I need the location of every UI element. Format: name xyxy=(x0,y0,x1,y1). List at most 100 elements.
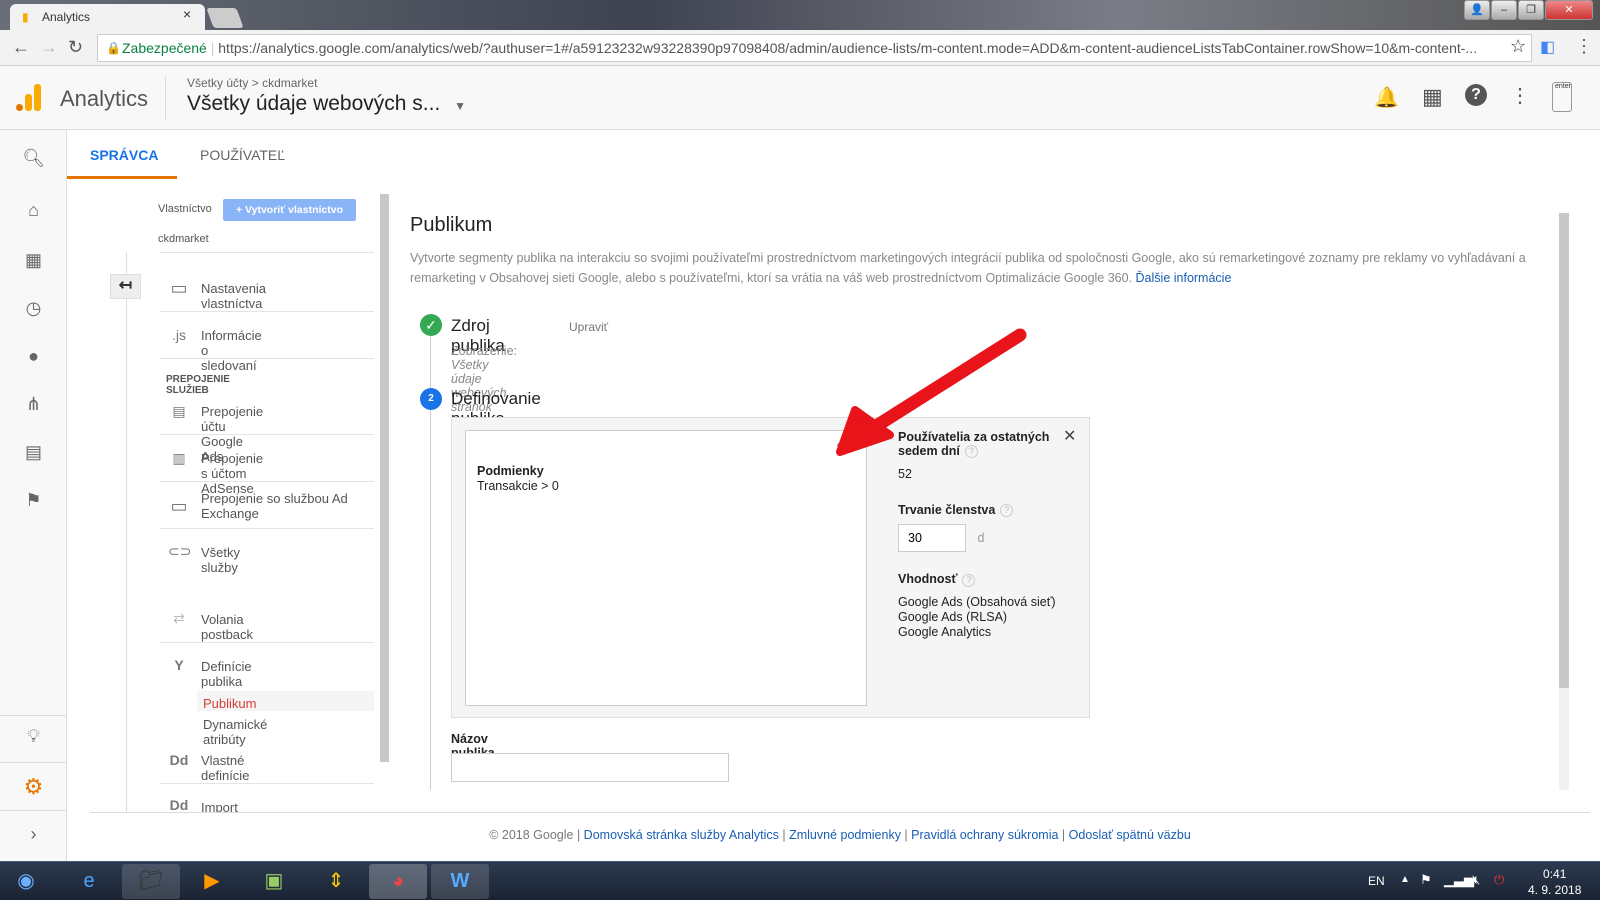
nav-audiences-active[interactable]: Publikum xyxy=(203,696,256,711)
page-description: Vytvorte segmenty publika na interakciu … xyxy=(410,251,1526,285)
expand-chevron-icon[interactable]: › xyxy=(0,824,67,845)
membership-duration-input[interactable] xyxy=(898,524,966,553)
nav-ad-exchange-link[interactable]: Prepojenie so službou Ad Exchange xyxy=(201,491,361,521)
audience-summary: Používatelia za ostatných sedem dní? 52 … xyxy=(898,430,1063,640)
footer-link-privacy[interactable]: Pravidlá ochrany súkromia xyxy=(911,828,1058,842)
home-icon[interactable]: ⌂ xyxy=(0,200,67,221)
word-icon[interactable]: W xyxy=(431,864,489,899)
nav-adsense-link[interactable]: Prepojenie s účtom AdSense xyxy=(201,451,263,496)
bookmark-star-icon[interactable]: ☆ xyxy=(1510,36,1526,57)
breadcrumb[interactable]: Všetky účty > ckdmarket xyxy=(187,76,317,90)
acquisition-icon[interactable]: ⋔ xyxy=(0,394,67,415)
chrome-menu-icon[interactable]: ⋮ xyxy=(1575,36,1593,57)
restore-button[interactable]: ❐ xyxy=(1518,0,1544,20)
power-icon[interactable]: ⏻ xyxy=(1494,872,1504,888)
language-indicator[interactable]: EN xyxy=(1368,874,1385,888)
address-bar-row: ← → ↻ 🔒 Zabezpečené | https://analytics.g… xyxy=(0,30,1600,66)
footer-link-terms[interactable]: Zmluvné podmienky xyxy=(789,828,901,842)
footer: © 2018 Google | Domovská stránka služby … xyxy=(90,812,1590,842)
admin-gear-icon[interactable]: ⚙ xyxy=(0,774,67,800)
custom-definitions-icon: Dd xyxy=(169,752,189,768)
start-button[interactable]: ◉ xyxy=(0,864,52,899)
internet-explorer-icon[interactable]: e xyxy=(60,864,118,899)
users-value: 52 xyxy=(898,467,912,482)
action-center-flag-icon[interactable]: ⚑ xyxy=(1420,872,1432,888)
lock-icon: 🔒 xyxy=(106,41,121,55)
windows-taskbar: ◉ e 📁︎ ▶ ▣ ⇕ ◕ W EN ▲ ⚑ ▁▃▅ 🔇︎ ⏻ 0:41 4. … xyxy=(0,861,1600,900)
tab-close-button[interactable]: × xyxy=(183,6,191,22)
account-avatar[interactable]: enter xyxy=(1552,82,1572,112)
nav-dynamic-attributes[interactable]: Dynamické atribúty xyxy=(203,717,267,747)
close-summary-icon[interactable]: ✕ xyxy=(1063,426,1076,446)
nav-tracking-info[interactable]: Informácie o sledovaní xyxy=(201,328,262,373)
conversions-flag-icon[interactable]: ⚑ xyxy=(0,490,67,511)
media-center-icon[interactable]: ▣ xyxy=(245,864,303,899)
eligibility-label: Vhodnosť? xyxy=(898,572,1063,587)
view-selector[interactable]: Všetky údaje webových s... ▼ xyxy=(187,92,466,116)
apps-grid-icon[interactable]: ▦ xyxy=(1422,84,1443,110)
audience-person-icon[interactable]: ● xyxy=(0,346,67,367)
search-icon[interactable]: 🔍︎ xyxy=(0,148,67,169)
app-icon[interactable]: ⇕ xyxy=(307,864,365,899)
extension-icon[interactable]: ◧ xyxy=(1540,37,1555,57)
section-heading: PREPOJENIE SLUŽIEB xyxy=(166,374,230,396)
nav-custom-definitions[interactable]: Vlastné definície xyxy=(201,753,249,783)
analytics-favicon-icon: ▮ xyxy=(22,10,29,24)
edit-source-link[interactable]: Upraviť xyxy=(569,320,608,334)
url-text: https://analytics.google.com/analytics/w… xyxy=(218,40,1478,56)
conditions-box[interactable]: Podmienky Transakcie > 0 ✎ xyxy=(465,430,867,706)
nav-scrollbar[interactable] xyxy=(380,194,389,762)
forward-icon[interactable]: → xyxy=(40,37,58,58)
notifications-bell-icon[interactable]: 🔔 xyxy=(1374,85,1399,110)
ga-header: Analytics Všetky účty > ckdmarket Všetky… xyxy=(0,66,1600,130)
postback-arrows-icon: ⇄ xyxy=(173,610,185,626)
nav-all-products[interactable]: Všetky služby xyxy=(201,545,240,575)
audience-name-input[interactable] xyxy=(451,753,729,782)
main-scrollbar[interactable] xyxy=(1559,213,1569,790)
browser-tab[interactable]: ▮ Analytics xyxy=(10,4,205,30)
window-close-button[interactable]: ✕ xyxy=(1545,0,1593,20)
reload-icon[interactable]: ↻ xyxy=(68,37,83,58)
minimize-button[interactable]: – xyxy=(1491,0,1517,20)
chrome-taskbar-icon[interactable]: ◕ xyxy=(369,864,427,899)
media-player-icon[interactable]: ▶ xyxy=(183,864,241,899)
nav-property-settings[interactable]: Nastavenia vlastníctva xyxy=(201,281,266,311)
conditions-value: Transakcie > 0 xyxy=(477,479,559,493)
footer-link-feedback[interactable]: Odoslať spätnú väzbu xyxy=(1069,828,1191,842)
tab-admin[interactable]: SPRÁVCA xyxy=(90,147,158,163)
secure-label: Zabezpečené xyxy=(122,40,207,56)
google-ads-icon: ▤ xyxy=(172,403,186,419)
create-property-button[interactable]: + Vytvoriť vlastníctvo xyxy=(223,199,356,221)
url-input[interactable]: 🔒 Zabezpečené | https://analytics.google.… xyxy=(97,34,1532,62)
help-icon[interactable]: ? xyxy=(1465,84,1487,106)
nav-data-import[interactable]: Import údajov xyxy=(201,800,239,812)
network-icon[interactable]: ▁▃▅ xyxy=(1444,872,1474,888)
nav-postbacks[interactable]: Volania postback xyxy=(201,612,253,642)
tab-user[interactable]: POUŽÍVATEĽ xyxy=(200,147,285,163)
discover-bulb-icon[interactable]: 💡︎ xyxy=(0,726,67,747)
js-icon: .js xyxy=(172,327,186,343)
learn-more-link[interactable]: Ďalšie informácie xyxy=(1136,271,1232,285)
property-selector[interactable]: ckdmarket xyxy=(158,233,209,245)
more-options-icon[interactable]: ⋮ xyxy=(1510,83,1530,108)
profile-button[interactable]: 👤 xyxy=(1464,0,1490,20)
tab-title: Analytics xyxy=(42,10,91,24)
property-settings-icon: ▭ xyxy=(170,278,188,298)
nav-audience-definitions[interactable]: Definície publika xyxy=(201,659,252,689)
clock[interactable]: 0:41 4. 9. 2018 xyxy=(1528,866,1581,898)
volume-muted-icon[interactable]: 🔇︎ xyxy=(1472,872,1480,888)
new-tab-button[interactable] xyxy=(206,8,244,28)
file-explorer-icon[interactable]: 📁︎ xyxy=(122,864,180,899)
duration-label: Trvanie členstva? xyxy=(898,503,1063,518)
back-arrow-button[interactable]: ↤ xyxy=(110,274,141,299)
back-icon[interactable]: ← xyxy=(12,37,30,58)
behavior-icon[interactable]: ▤ xyxy=(0,442,67,463)
footer-link-home[interactable]: Domovská stránka služby Analytics xyxy=(584,828,779,842)
customization-icon[interactable]: ▦ xyxy=(0,250,67,271)
browser-tab-bar: ▮ Analytics × 👤 – ❐ ✕ xyxy=(0,0,1600,30)
step2-number-badge: 2 xyxy=(420,388,442,410)
duration-unit: d xyxy=(977,531,985,546)
tray-expand-icon[interactable]: ▲ xyxy=(1400,874,1410,885)
ad-exchange-icon: ▭ xyxy=(170,496,188,516)
realtime-clock-icon[interactable]: ◷ xyxy=(0,298,67,319)
